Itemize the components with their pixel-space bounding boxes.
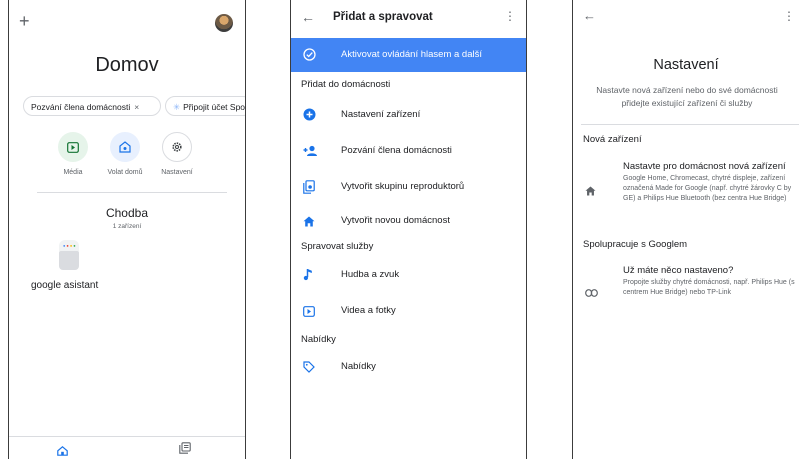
new-devices-title[interactable]: Nastavte pro domácnost nová zařízení	[623, 161, 786, 172]
video-photos-item[interactable]: Videa a fotky	[291, 296, 526, 326]
works-with-google-subtitle: Propojte služby chytré domácnosti, např.…	[623, 279, 795, 296]
video-photos-label: Videa a fotky	[341, 305, 396, 316]
section-add-heading: Přidat do domácnosti	[301, 79, 391, 90]
device-setup-item[interactable]: Nastavení zařízení	[291, 100, 526, 130]
speaker-group-icon	[303, 180, 315, 199]
home-screen: + Domov Pozvání člena domácnosti × ✳ Připo…	[8, 0, 246, 459]
app-bar: ← Přidat a spravovat ⋮	[291, 0, 526, 38]
description-line: Nastavte nová zařízení nebo do své domác…	[596, 85, 778, 95]
back-arrow-icon[interactable]: ←	[583, 8, 596, 23]
media-button[interactable]: Média	[43, 132, 103, 176]
offers-label: Nabídky	[341, 361, 376, 372]
works-with-google-title[interactable]: Už máte něco nastaveno?	[623, 265, 733, 276]
speaker-icon[interactable]: ●●●●	[59, 240, 79, 270]
star-icon: ✳	[173, 102, 181, 112]
tag-icon	[303, 360, 315, 378]
person-add-icon	[303, 144, 317, 162]
feed-icon[interactable]	[179, 441, 191, 459]
divider	[37, 192, 227, 193]
media-label: Média	[63, 169, 83, 176]
settings-button[interactable]: Nastavení	[147, 132, 207, 176]
section-manage-heading: Spravovat služby	[301, 241, 374, 252]
invite-member-item[interactable]: Pozvání člena domácnosti	[291, 136, 526, 166]
add-icon[interactable]: +	[19, 12, 30, 30]
link-icon	[585, 284, 598, 302]
back-arrow-icon[interactable]: ←	[301, 9, 315, 25]
new-home-label: Vytvořit novou domácnost	[341, 215, 450, 226]
section-works-with-google-heading: Spolupracuje s Googlem	[583, 239, 688, 250]
check-circle-icon	[303, 48, 316, 66]
chip-connect-account[interactable]: ✳Připojit účet Spotify	[165, 96, 246, 116]
description-line: přidejte existující zařízení či služby	[621, 98, 753, 108]
voice-control-label: Aktivovat ovládání hlasem a další	[341, 49, 482, 60]
add-manage-screen: ← Přidat a spravovat ⋮ Aktivovat ovládán…	[290, 0, 527, 459]
home-icon[interactable]	[57, 443, 68, 459]
call-home-button[interactable]: Volat domů	[95, 132, 155, 176]
avatar[interactable]	[215, 14, 233, 32]
home-icon	[303, 214, 315, 232]
more-vert-icon[interactable]: ⋮	[783, 9, 795, 23]
speaker-group-item[interactable]: Vytvořit skupinu reproduktorů	[291, 172, 526, 202]
close-icon[interactable]: ×	[134, 102, 139, 112]
music-note-icon	[303, 268, 313, 286]
phone-home-icon	[110, 132, 140, 162]
room-name[interactable]: Chodba	[9, 206, 245, 220]
call-home-label: Volat domů	[107, 169, 143, 176]
new-home-item[interactable]: Vytvořit novou domácnost	[291, 206, 526, 236]
home-icon	[585, 183, 596, 201]
divider	[581, 124, 799, 125]
page-title: Domov	[95, 54, 159, 76]
device-name[interactable]: google asistant	[31, 280, 98, 291]
add-circle-icon	[303, 108, 316, 126]
music-audio-item[interactable]: Hudba a zvuk	[291, 260, 526, 290]
more-vert-icon[interactable]: ⋮	[504, 9, 516, 23]
invite-member-label: Pozvání člena domácnosti	[341, 145, 452, 156]
device-setup-label: Nastavení zařízení	[341, 109, 421, 120]
new-devices-subtitle: Google Home, Chromecast, chytré displeje…	[623, 175, 792, 202]
play-icon	[303, 304, 315, 322]
page-title: Nastavení	[653, 57, 719, 73]
chip-label: Pozvání člena domácnosti	[31, 102, 131, 112]
chip-invite-member[interactable]: Pozvání člena domácnosti ×	[23, 96, 161, 116]
chip-label: Připojit účet Spotify	[183, 102, 246, 112]
offers-item[interactable]: Nabídky	[291, 352, 526, 382]
section-offers-heading: Nabídky	[301, 334, 336, 345]
gear-icon	[162, 132, 192, 162]
setup-screen: ← ⋮ Nastavení Nastavte nová zařízení neb…	[572, 0, 799, 459]
voice-control-item[interactable]: Aktivovat ovládání hlasem a další	[291, 38, 526, 72]
play-icon	[58, 132, 88, 162]
section-new-devices-heading: Nová zařízení	[583, 134, 642, 145]
settings-label: Nastavení	[161, 169, 193, 176]
room-device-count: 1 zařízení	[112, 223, 142, 230]
music-audio-label: Hudba a zvuk	[341, 269, 400, 280]
page-description: Nastavte nová zařízení nebo do své domác…	[579, 84, 795, 110]
page-title: Přidat a spravovat	[333, 11, 433, 23]
bottom-nav	[9, 436, 245, 459]
speaker-group-label: Vytvořit skupinu reproduktorů	[341, 181, 465, 192]
